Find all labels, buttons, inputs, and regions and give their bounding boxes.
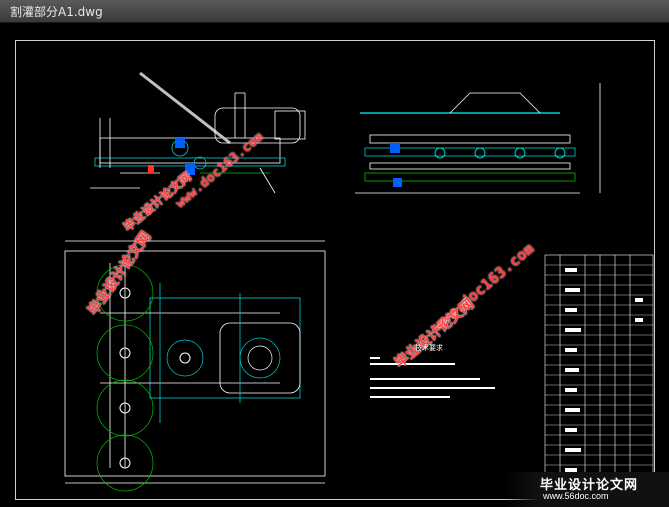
side-view-left	[90, 71, 306, 194]
parts-list-fill	[565, 268, 643, 472]
window-title: 割灌部分A1.dwg	[10, 5, 103, 19]
footer-logo-url[interactable]: www.56doc.com	[543, 491, 609, 501]
drawing-canvas[interactable]: 毕业设计论文网 www.doc163.com 毕业设计论文网 www.doc16…	[0, 23, 669, 507]
plan-view-circles	[96, 264, 281, 492]
tech-requirement-bars	[370, 357, 495, 398]
front-view-right	[355, 83, 601, 194]
cad-drawing	[64, 71, 654, 496]
title-bar: 割灌部分A1.dwg	[0, 0, 669, 23]
plan-view-hubs	[119, 287, 191, 469]
tech-requirements-heading: 技术要求	[415, 344, 443, 352]
side-view-left-accents	[148, 138, 195, 175]
front-view-accents	[390, 143, 566, 187]
